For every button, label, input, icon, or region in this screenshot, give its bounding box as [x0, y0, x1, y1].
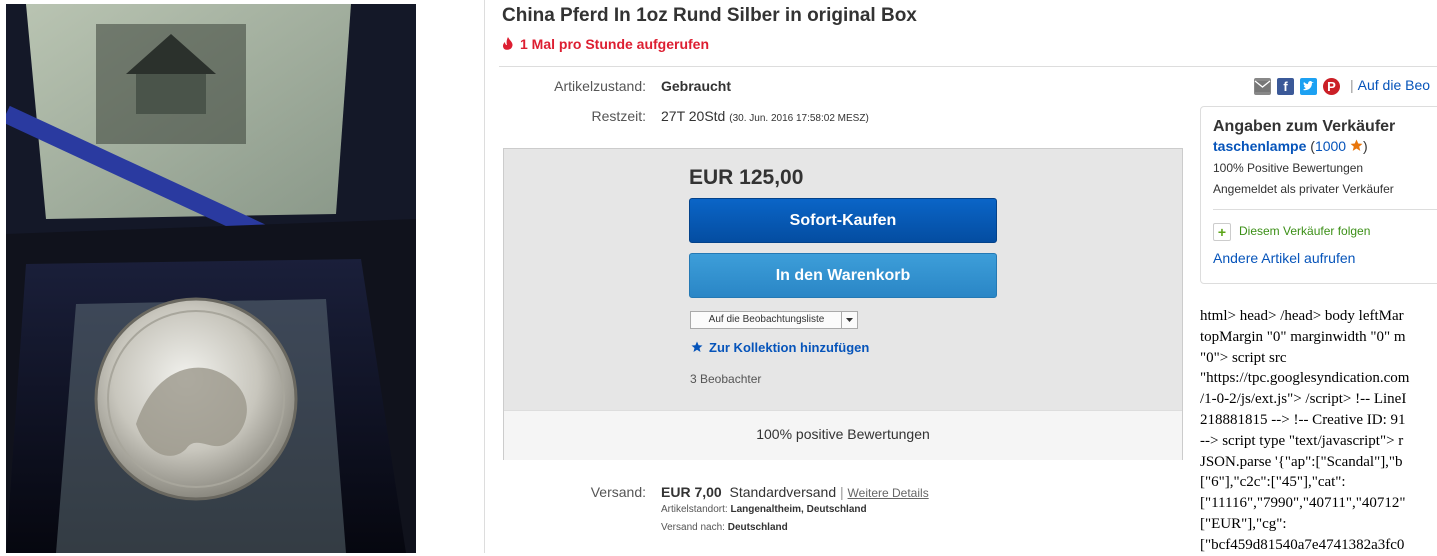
seller-name-link[interactable]: taschenlampe: [1213, 138, 1306, 154]
code-line: topMargin "0" marginwidth "0" m: [1200, 328, 1406, 345]
ships-to-label: Versand nach:: [661, 522, 725, 533]
code-line: ["EUR"],"cg":: [1200, 515, 1287, 532]
code-line: html> head> /head> body leftMar: [1200, 308, 1404, 324]
code-line: ["11116","7990","40711","40712": [1200, 495, 1406, 512]
seller-identity: taschenlampe (1000 ): [1213, 138, 1368, 155]
twitter-icon[interactable]: [1300, 77, 1317, 95]
watcher-count: 3 Beobachter: [690, 372, 762, 386]
other-items-link[interactable]: Andere Artikel aufrufen: [1213, 250, 1355, 266]
add-to-collection-link[interactable]: Zur Kollektion hinzufügen: [691, 340, 869, 356]
ships-to-value: Deutschland: [727, 522, 788, 533]
watchlist-button[interactable]: Auf die Beobachtungsliste: [691, 312, 842, 328]
code-line: 218881815 --> !-- Creative ID: 91: [1200, 411, 1406, 428]
code-line: ["6"],"c2c":["45"],"cat":: [1200, 474, 1346, 491]
item-location-value: Langenaltheim, Deutschland: [730, 504, 867, 515]
seller-score-close: ): [1362, 138, 1368, 154]
shipping-label: Versand:: [590, 484, 646, 500]
positive-feedback-text: 100% positive Bewertungen: [756, 426, 930, 442]
seller-type: Angemeldet als privater Verkäufer: [1213, 182, 1394, 196]
star-icon: [1350, 139, 1363, 155]
seller-heading: Angaben zum Verkäufer: [1213, 118, 1396, 135]
code-line: "0"> script src: [1200, 349, 1287, 366]
shipping-separator: |: [840, 484, 844, 500]
condition-value: Gebraucht: [661, 78, 732, 94]
facebook-icon[interactable]: f: [1277, 77, 1294, 95]
watchlist-dropdown[interactable]: Auf die Beobachtungsliste: [690, 311, 858, 329]
coin-box-image: [6, 4, 416, 553]
views-indicator: 1 Mal pro Stunde aufgerufen: [502, 36, 709, 54]
share-separator: |: [1350, 77, 1354, 93]
plus-icon: +: [1213, 223, 1231, 241]
shipping-details-link[interactable]: Weitere Details: [848, 486, 929, 500]
product-photo[interactable]: [6, 4, 416, 553]
ships-to: Versand nach: Deutschland: [661, 522, 788, 533]
add-to-cart-button[interactable]: In den Warenkorb: [689, 253, 997, 298]
flame-icon: [502, 37, 514, 54]
views-text: 1 Mal pro Stunde aufgerufen: [520, 36, 710, 52]
chevron-down-icon[interactable]: [841, 312, 857, 328]
raw-code-text: html> head> /head> body leftMar topMargi…: [1200, 306, 1437, 556]
divider: [499, 66, 1437, 67]
shipping-info: EUR 7,00 Standardversand | Weitere Detai…: [661, 484, 929, 500]
watchlist-link[interactable]: Auf die Beo: [1358, 77, 1430, 93]
follow-seller-link[interactable]: + Diesem Verkäufer folgen: [1213, 223, 1370, 241]
seller-positive: 100% Positive Bewertungen: [1213, 161, 1364, 175]
shipping-method: Standardversand: [729, 484, 837, 500]
follow-seller-label[interactable]: Diesem Verkäufer folgen: [1239, 224, 1370, 238]
code-line: /1-0-2/js/ext.js"> /script> !-- LineI: [1200, 391, 1407, 408]
time-left-value: 27T 20Std (30. Jun. 2016 17:58:02 MESZ): [661, 108, 869, 124]
time-left-duration: 27T 20Std: [661, 108, 726, 124]
code-line: JSON.parse '{"ap":["Scandal"],"b: [1200, 453, 1403, 470]
condition-label: Artikelzustand:: [554, 78, 646, 94]
item-location-label: Artikelstandort:: [661, 504, 728, 515]
buy-now-button[interactable]: Sofort-Kaufen: [689, 198, 997, 243]
code-line: ["bcf459d81540a7e4741382a3fc0: [1200, 536, 1405, 553]
shipping-price: EUR 7,00: [661, 484, 722, 500]
seller-score-link[interactable]: 1000: [1315, 138, 1346, 154]
add-to-collection-label[interactable]: Zur Kollektion hinzufügen: [709, 340, 869, 355]
time-left-label: Restzeit:: [591, 108, 646, 124]
pinterest-icon[interactable]: P: [1323, 77, 1340, 95]
product-image-panel: [0, 0, 485, 553]
seller-divider: [1213, 209, 1437, 210]
email-icon[interactable]: [1254, 77, 1271, 95]
price: EUR 125,00: [689, 166, 804, 189]
share-bar: f P | Auf die Beo: [1254, 77, 1430, 95]
item-location: Artikelstandort: Langenaltheim, Deutschl…: [661, 504, 867, 515]
code-line: --> script type "text/javascript"> r: [1200, 432, 1404, 449]
time-left-end: (30. Jun. 2016 17:58:02 MESZ): [729, 113, 869, 124]
code-line: "https://tpc.googlesyndication.com: [1200, 370, 1410, 387]
star-icon: [691, 341, 703, 356]
listing-title: China Pferd In 1oz Rund Silber in origin…: [502, 5, 917, 26]
